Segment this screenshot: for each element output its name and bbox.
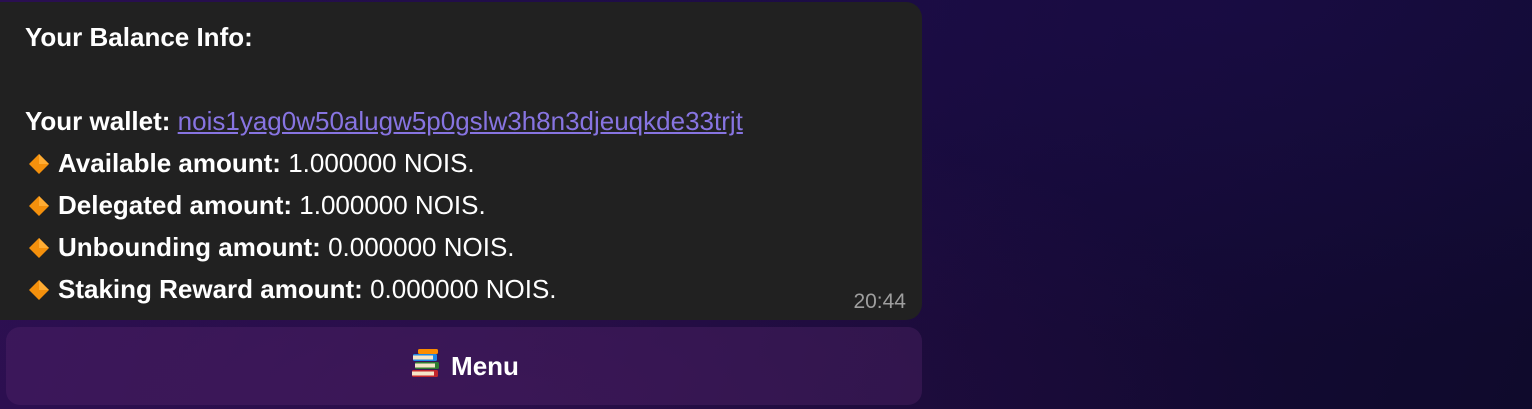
balance-value: 1.000000 NOIS. [299, 190, 486, 220]
balance-label: Unbounding amount: [58, 232, 321, 262]
message-title: Your Balance Info: [25, 22, 253, 52]
balance-row-available: Available amount: 1.000000 NOIS. [25, 142, 906, 184]
orange-diamond-icon [28, 237, 50, 259]
balance-value: 1.000000 NOIS. [288, 148, 475, 178]
balance-label: Staking Reward amount: [58, 274, 363, 304]
balance-row-delegated: Delegated amount: 1.000000 NOIS. [25, 184, 906, 226]
orange-diamond-icon [28, 279, 50, 301]
balance-label: Available amount: [58, 148, 281, 178]
balance-label: Delegated amount: [58, 190, 293, 220]
wallet-line: Your wallet: nois1yag0w50alugw5p0gslw3h8… [25, 100, 906, 142]
menu-button[interactable]: Menu [6, 327, 922, 405]
books-icon [409, 348, 443, 380]
menu-button-label: Menu [451, 350, 519, 381]
orange-diamond-icon [28, 195, 50, 217]
balance-row-unbounding: Unbounding amount: 0.000000 NOIS. [25, 226, 906, 268]
message-timestamp: 20:44 [853, 290, 906, 313]
balance-value: 0.000000 NOIS. [370, 274, 557, 304]
wallet-label: Your wallet: [25, 106, 171, 136]
balance-row-staking-reward: Staking Reward amount: 0.000000 NOIS. [25, 268, 906, 310]
balance-value: 0.000000 NOIS. [328, 232, 515, 262]
wallet-address-link[interactable]: nois1yag0w50alugw5p0gslw3h8n3djeuqkde33t… [178, 106, 743, 136]
message-bubble: Your Balance Info: Your wallet: nois1yag… [0, 2, 922, 320]
orange-diamond-icon [28, 153, 50, 175]
